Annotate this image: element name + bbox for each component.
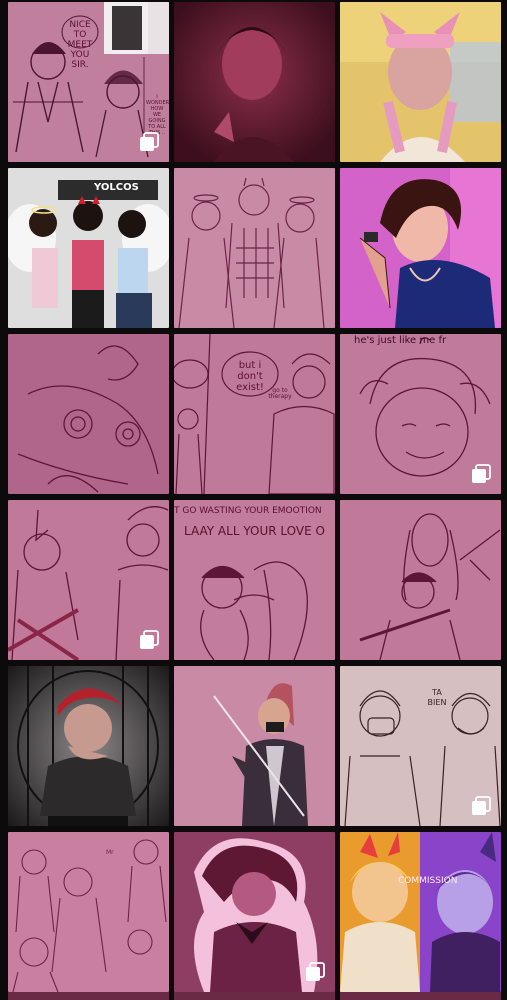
partial-tile-2[interactable] <box>174 992 335 1000</box>
tile-color-red-hair[interactable] <box>8 666 169 826</box>
sketch-dont-exist-art <box>174 334 335 494</box>
color-red-hair-art <box>8 666 169 826</box>
lyrics-line-1: T GO WASTING YOUR EMOOTION <box>174 506 322 516</box>
multiple-images-icon <box>139 132 159 152</box>
speech-ta-bien: TA BIEN <box>427 688 447 707</box>
photo-angels-art <box>8 168 169 328</box>
multiple-images-icon <box>471 464 491 484</box>
speech-bubble-nice-to-meet: NICE TO MEET YOU SIR. <box>67 20 93 70</box>
tile-sketch-masked[interactable]: TA BIEN <box>340 666 501 826</box>
tile-sketch-lyrics[interactable]: T GO WASTING YOUR EMOOTION LAAY ALL YOUR… <box>174 500 335 660</box>
tile-sketch-meeting[interactable]: NICE TO MEET YOU SIR. I WONDER HOW WE GO… <box>8 2 169 162</box>
tile-sketch-dont-exist[interactable]: but i don't exist! go to therapy <box>174 334 335 494</box>
multiple-images-icon <box>305 962 325 982</box>
sketch-trio-art <box>174 168 335 328</box>
partial-tile-3[interactable] <box>340 992 501 1000</box>
tile-sketch-smiling[interactable]: he's just like me fr <box>340 334 501 494</box>
tile-color-commission[interactable]: COMMISSION <box>340 832 501 992</box>
tile-color-swordsman[interactable] <box>174 666 335 826</box>
side-note-text: I WONDER HOW WE GOING TO ALL THIS .. <box>146 94 169 136</box>
dark-portrait-art <box>174 2 335 162</box>
tile-photo-angels[interactable]: YOLCOS <box>8 168 169 328</box>
tile-color-outline-boy[interactable] <box>174 832 335 992</box>
multiple-images-icon <box>471 796 491 816</box>
color-commission-art <box>340 832 501 992</box>
sketch-shoulder-art <box>8 334 169 494</box>
tile-sketch-sword-pair[interactable] <box>340 500 501 660</box>
commission-banner-text: COMMISSION <box>398 876 458 886</box>
lyrics-line-2: LAAY ALL YOUR LOVE O <box>184 524 325 538</box>
speech-go-to-therapy: go to therapy <box>268 387 292 400</box>
tile-dark-portrait[interactable] <box>174 2 335 162</box>
tile-sketch-shoulder[interactable] <box>8 334 169 494</box>
tile-sketch-horned[interactable] <box>8 500 169 660</box>
color-headband-art <box>340 2 501 162</box>
color-swordsman-art <box>174 666 335 826</box>
next-row-partial <box>8 992 507 1000</box>
partial-tile-1[interactable] <box>8 992 169 1000</box>
tile-color-headband[interactable] <box>340 2 501 162</box>
profile-post-grid: NICE TO MEET YOU SIR. I WONDER HOW WE GO… <box>0 0 507 1000</box>
sketch-group-art: Mr <box>8 832 169 992</box>
tile-color-boy-curls[interactable] <box>340 168 501 328</box>
sketch-sword-pair-art <box>340 500 501 660</box>
caption-just-like-me: he's just like me fr <box>354 335 447 346</box>
tile-sketch-group[interactable]: Mr <box>8 832 169 992</box>
svg-text:Mr: Mr <box>106 849 114 856</box>
tile-sketch-trio[interactable] <box>174 168 335 328</box>
photo-sign-text: YOLCOS <box>94 182 139 193</box>
multiple-images-icon <box>139 630 159 650</box>
color-boy-curls-art <box>340 168 501 328</box>
